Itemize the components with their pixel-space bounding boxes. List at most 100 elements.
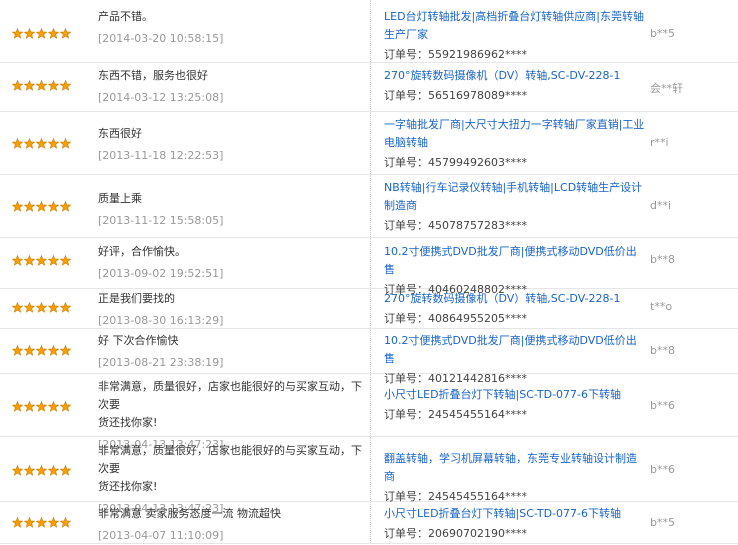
star-icon [59,137,72,149]
review-time: [2013-11-12 15:58:05] [98,214,224,227]
buyer-name: b**6 [650,463,675,476]
order-number: 订单号：24545455164**** [384,406,646,424]
star-icon [35,137,48,149]
order-value: 45799492603**** [428,156,527,169]
star-icon [11,464,24,476]
review-comment-block: 好 下次合作愉快 [2013-08-21 23:38:19] [98,332,364,372]
product-link[interactable]: 翻盖转轴，学习机屏幕转轴，东莞专业转轴设计制造商 [384,450,646,486]
review-time: [2013-11-18 12:22:53] [98,149,224,162]
review-row: 正是我们要找的 [2013-08-30 16:13:29] 270°旋转数码摄像机（… [0,289,738,329]
review-row: 东西不错，服务也很好 [2014-03-12 13:25:08] 270°旋转数码摄… [0,63,738,112]
order-value: 45078757283**** [428,219,527,232]
product-link[interactable]: 270°旋转数码摄像机（DV）转轴,SC-DV-228-1 [384,290,646,308]
buyer-name: r**i [650,136,669,149]
review-comment-block: 正是我们要找的 [2013-08-30 16:13:29] [98,290,364,330]
star-icon [35,464,48,476]
order-label: 订单号： [384,527,428,540]
star-icon [35,79,48,91]
order-value: 40864955205**** [428,312,527,325]
product-info: LED台灯转轴批发|高档折叠台灯转轴供应商|东莞转轴生产厂家 订单号：559219… [384,8,646,64]
review-row: 非常满意，质量很好，店家也能很好的与买家互动，下次要 货还找你家! [2013-0… [0,374,738,451]
product-link[interactable]: 小尺寸LED折叠台灯下转轴|SC-TD-077-6下转轴 [384,505,646,523]
order-number: 订单号：40864955205**** [384,310,646,328]
star-icon [35,254,48,266]
column-divider [370,289,371,328]
buyer-name: b**5 [650,27,675,40]
rating-stars [11,27,72,39]
star-icon [23,137,36,149]
buyer-name: b**8 [650,344,675,357]
review-text: 质量上乘 [98,192,142,205]
review-comment-block: 东西很好 [2013-11-18 12:22:53] [98,125,364,165]
star-icon [23,200,36,212]
star-icon [59,516,72,528]
star-icon [23,301,36,313]
star-icon [11,200,24,212]
buyer-name: b**8 [650,253,675,266]
column-divider [370,0,371,62]
star-icon [59,464,72,476]
star-icon [11,301,24,313]
rating-stars [11,79,72,91]
star-icon [35,301,48,313]
order-label: 订单号： [384,48,428,61]
review-time: [2013-09-02 19:52:51] [98,267,224,280]
column-divider [370,112,371,174]
review-text: 好评，合作愉快。 [98,245,186,258]
review-row: 质量上乘 [2013-11-12 15:58:05] NB转轴|行车记录仪转轴|手机… [0,175,738,238]
order-number: 订单号：45078757283**** [384,217,646,235]
order-value: 24545455164**** [428,408,527,421]
star-icon [35,400,48,412]
product-link[interactable]: NB转轴|行车记录仪转轴|手机转轴|LCD转轴生产设计制造商 [384,179,646,215]
star-icon [59,301,72,313]
order-label: 订单号： [384,156,428,169]
star-icon [23,516,36,528]
star-icon [35,344,48,356]
product-link[interactable]: 10.2寸便携式DVD批发厂商|便携式移动DVD低价出售 [384,332,646,368]
order-value: 56516978089**** [428,89,527,102]
star-icon [47,516,60,528]
star-icon [35,27,48,39]
star-icon [23,344,36,356]
buyer-name: t**o [650,300,673,313]
order-label: 订单号： [384,219,428,232]
product-link[interactable]: 10.2寸便携式DVD批发厂商|便携式移动DVD低价出售 [384,243,646,279]
rating-stars [11,137,72,149]
buyer-name: b**5 [650,516,675,529]
product-link[interactable]: 小尺寸LED折叠台灯下转轴|SC-TD-077-6下转轴 [384,386,646,404]
order-number: 订单号：20690702190**** [384,525,646,543]
product-info: 翻盖转轴，学习机屏幕转轴，东莞专业转轴设计制造商 订单号：24545455164*… [384,450,646,506]
star-icon [59,400,72,412]
star-icon [47,200,60,212]
star-icon [11,27,24,39]
review-comment-block: 产品不错。 [2014-03-20 10:58:15] [98,8,364,48]
product-link[interactable]: LED台灯转轴批发|高档折叠台灯转轴供应商|东莞转轴生产厂家 [384,8,646,44]
review-text: 东西不错，服务也很好 [98,69,208,82]
star-icon [11,344,24,356]
rating-stars [11,400,72,412]
review-comment-block: 好评，合作愉快。 [2013-09-02 19:52:51] [98,243,364,283]
product-info: NB转轴|行车记录仪转轴|手机转轴|LCD转轴生产设计制造商订单号：450787… [384,179,646,235]
star-icon [23,254,36,266]
column-divider [370,502,371,543]
order-label: 订单号： [384,408,428,421]
review-row: 好评，合作愉快。 [2013-09-02 19:52:51] 10.2寸便携式DVD… [0,238,738,296]
star-icon [47,344,60,356]
product-link[interactable]: 一字轴批发厂商|大尺寸大扭力一字转轴厂家直销|工业电脑转轴 [384,116,646,152]
star-icon [59,79,72,91]
review-text: 东西很好 [98,127,142,140]
review-row: 非常满意，质量很好，店家也能很好的与买家互动，下次要 货还找你家! [2013-0… [0,437,738,515]
star-icon [47,27,60,39]
star-icon [35,516,48,528]
review-time: [2013-04-07 11:10:09] [98,529,224,542]
review-text: 非常满意，质量很好，店家也能很好的与买家互动，下次要 货还找你家! [98,444,362,493]
star-icon [11,79,24,91]
product-link[interactable]: 270°旋转数码摄像机（DV）转轴,SC-DV-228-1 [384,67,646,85]
review-text: 非常满意 卖家服务态度一流 物流超快 [98,507,281,520]
review-comment-block: 东西不错，服务也很好 [2014-03-12 13:25:08] [98,67,364,107]
order-number: 订单号：45799492603**** [384,154,646,172]
review-text: 非常满意，质量很好，店家也能很好的与买家互动，下次要 货还找你家! [98,380,362,429]
product-info: 270°旋转数码摄像机（DV）转轴,SC-DV-228-1 订单号：4086495… [384,290,646,328]
star-icon [47,254,60,266]
column-divider [370,437,371,501]
